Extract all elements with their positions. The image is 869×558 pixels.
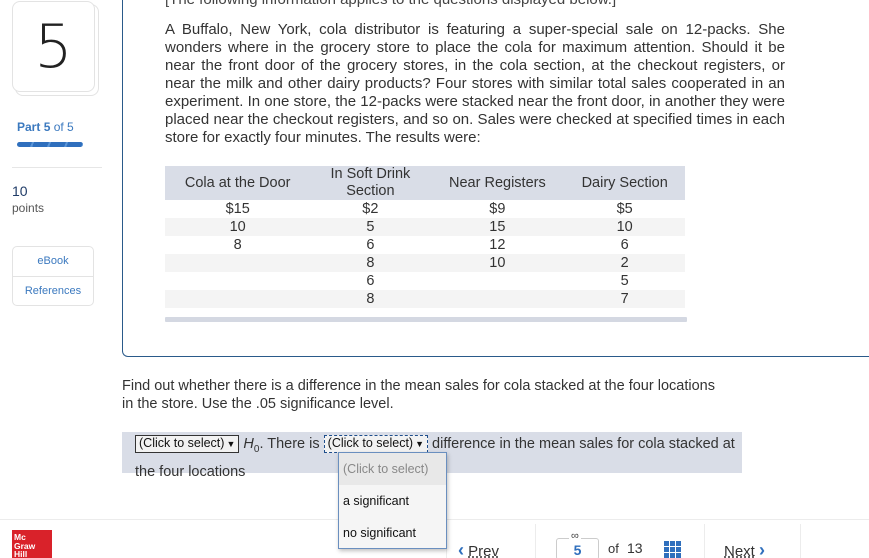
dropdown-option-no-significant[interactable]: no significant	[339, 517, 446, 549]
prev-label: Prev	[468, 543, 500, 558]
question-intro: A Buffalo, New York, cola distributor is…	[165, 21, 785, 146]
table-cell: $5	[616, 201, 633, 217]
sidebar-divider	[12, 167, 102, 168]
resources-box: eBook References	[12, 246, 94, 306]
dropdown-option-placeholder[interactable]: (Click to select)	[339, 453, 446, 485]
part-prefix: Part	[17, 120, 41, 134]
null-hypothesis-symbol: H0	[243, 436, 259, 455]
dropdown-arrow-icon: ▼	[226, 439, 236, 449]
next-button[interactable]: Next ›	[724, 540, 765, 558]
shared-info-note: [The following information applies to th…	[165, 0, 616, 8]
footer-separator	[535, 524, 536, 558]
chevron-left-icon: ‹	[458, 540, 464, 558]
ebook-link[interactable]: eBook	[13, 247, 93, 276]
part-indicator: Part 5 of 5	[17, 120, 74, 134]
significance-dropdown-menu: (Click to select) a significant no signi…	[338, 452, 447, 549]
mcgraw-hill-logo: Mc Graw Hill	[12, 530, 52, 558]
table-row: 65	[165, 272, 685, 290]
table-scrollbar[interactable]	[165, 317, 687, 322]
table-cell: 8	[310, 254, 431, 272]
table-cell: 6	[620, 237, 629, 253]
table-cell	[165, 254, 311, 272]
question-number-card: 5	[12, 1, 95, 92]
table-row: $15 $2 $9 $5	[165, 200, 685, 218]
references-link[interactable]: References	[13, 276, 93, 305]
dropdown-option-significant[interactable]: a significant	[339, 485, 446, 517]
table-cell: 6	[366, 273, 375, 289]
decision-select-value: (Click to select)	[139, 436, 225, 450]
table-cell	[165, 290, 311, 308]
link-icon: ∞	[569, 530, 581, 542]
table-cell	[430, 272, 564, 290]
table-cell: 5	[620, 273, 629, 289]
table-cell: 8	[233, 237, 242, 253]
table-cell: $9	[489, 201, 506, 217]
footer-separator	[704, 524, 705, 558]
table-cell: 10	[165, 218, 311, 236]
part-current: 5	[43, 120, 51, 134]
significance-select-value: (Click to select)	[327, 436, 414, 450]
table-row: 8 6 12 6	[165, 236, 685, 254]
sales-table: Cola at the Door In Soft Drink Section N…	[165, 166, 685, 308]
logo-line: Hill	[14, 549, 28, 558]
table-cell: 8	[310, 290, 431, 308]
prev-button[interactable]: ‹ Prev	[458, 540, 499, 558]
table-cell: $2	[362, 201, 379, 217]
table-row: 10 5 15 10	[165, 218, 685, 236]
header-door: Cola at the Door	[165, 166, 311, 200]
table-row: 87	[165, 290, 685, 308]
footer-separator	[800, 524, 801, 558]
answer-text-1: . There is	[259, 436, 320, 452]
table-cell: $15	[225, 201, 250, 217]
h0-letter: H	[243, 436, 254, 452]
decision-select[interactable]: (Click to select) ▼	[135, 435, 240, 453]
header-registers: Near Registers	[430, 166, 565, 200]
table-cell	[430, 290, 565, 308]
dropdown-arrow-icon: ▼	[415, 439, 425, 449]
table-cell: 2	[564, 254, 685, 272]
table-cell: 6	[366, 237, 375, 253]
question-instruction: Find out whether there is a difference i…	[122, 378, 715, 412]
table-cell: 10	[564, 218, 685, 236]
table-cell	[165, 272, 310, 290]
part-progress-bar	[17, 142, 83, 147]
total-pages: 13	[627, 540, 643, 556]
chevron-right-icon: ›	[759, 540, 766, 558]
table-cell: 10	[430, 254, 565, 272]
table-header-row: Cola at the Door In Soft Drink Section N…	[165, 166, 685, 200]
header-dairy: Dairy Section	[564, 166, 685, 200]
table-cell: 7	[564, 290, 685, 308]
header-soft-drink: In Soft Drink Section	[310, 166, 431, 200]
significance-select[interactable]: (Click to select) ▼	[323, 435, 429, 453]
points-label: points	[12, 201, 45, 215]
question-grid-icon[interactable]	[664, 541, 682, 558]
points-value: 10	[12, 183, 28, 199]
table-cell: 15	[430, 218, 565, 236]
page-of-label: of	[608, 541, 619, 556]
next-label: Next	[724, 543, 755, 558]
table-row: 8 10 2	[165, 254, 685, 272]
table-cell: 5	[310, 218, 431, 236]
table-cell: 12	[489, 237, 506, 253]
part-of: of 5	[53, 120, 74, 134]
question-number: 5	[34, 11, 73, 82]
